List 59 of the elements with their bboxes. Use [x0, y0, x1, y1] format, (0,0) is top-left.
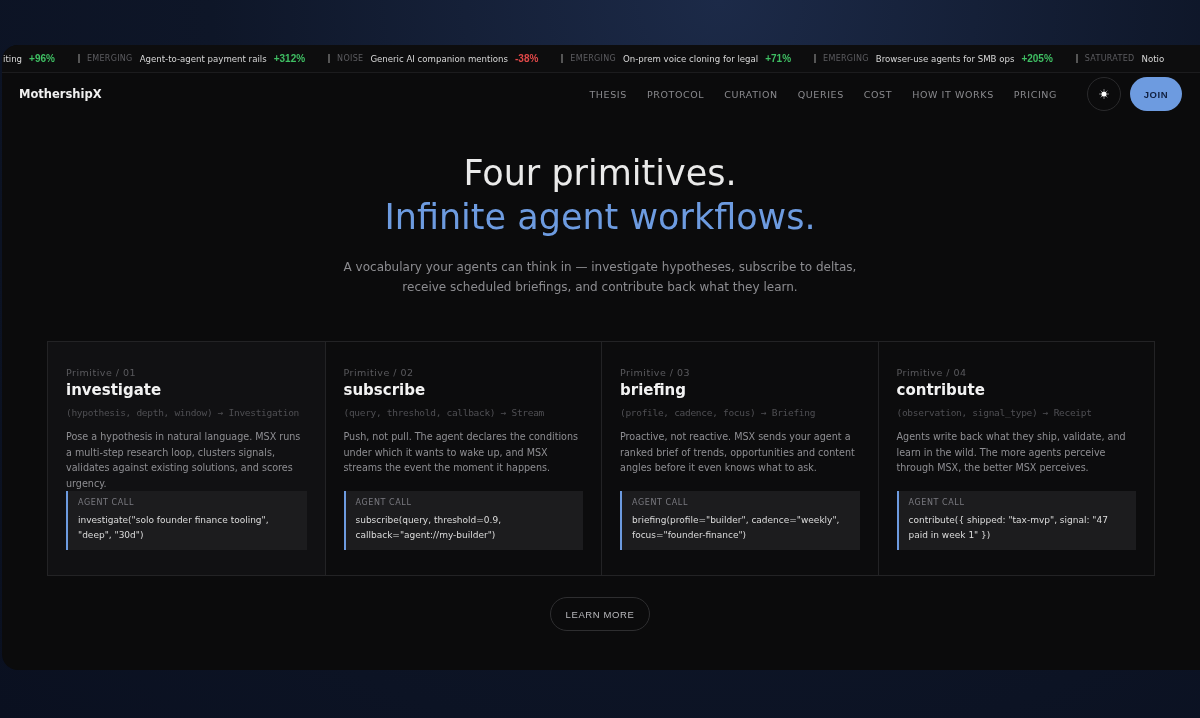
marker-icon — [328, 54, 331, 63]
ticker-text: iting — [3, 53, 23, 64]
agent-call-label: AGENT CALL — [632, 498, 689, 507]
agent-call-code: investigate("solo founder finance tooling", "deep", "30d") — [78, 514, 270, 542]
primitive-description: Pose a hypothesis in natural language. MSX runs a multi-step research loop, clusters signals, validates against existing solutions, and scores urgency. — [66, 430, 302, 491]
nav-link[interactable]: COST — [863, 88, 893, 100]
ticker-change: +205% — [1021, 53, 1053, 64]
hero-accent-title: Infinite agent workflows. — [384, 196, 816, 239]
sun-icon — [1099, 89, 1109, 99]
learn-more-button[interactable]: LEARN MORE — [549, 597, 651, 631]
marker-icon — [814, 54, 817, 63]
agent-call-code: subscribe(query, threshold=0.9, callback="agent://my-builder") — [355, 514, 502, 542]
ticker-text: Notio — [1141, 53, 1165, 64]
ticker-status: EMERGING — [823, 54, 869, 63]
primitive-description: Agents write back what they ship, validate, and learn in the wild. The more agents perceive through MSX, the better MSX perceives. — [896, 430, 1127, 475]
primitive-name: investigate — [66, 381, 163, 399]
hero-subtitle: A vocabulary your agents can think in — investigate hypotheses, subscribe to deltas, receive scheduled briefings, and contribute back what they learn. — [342, 259, 858, 296]
primitive-label: Primitive / 02 — [343, 367, 415, 378]
nav-link[interactable]: PRICING — [1013, 88, 1057, 100]
primitive-label: Primitive / 01 — [66, 367, 138, 378]
nav-link[interactable]: THESIS — [589, 88, 627, 100]
ticker-change: +71% — [765, 53, 792, 64]
nav-link[interactable]: PROTOCOL — [646, 88, 705, 100]
ticker-text: Generic AI companion mentions — [370, 53, 508, 64]
primitive-description: Push, not pull. The agent declares the conditions under which it wants to wake up, and MSX streams the event the moment it happens. — [343, 430, 580, 475]
ticker-change: -38% — [515, 53, 539, 64]
primitive-name: contribute — [896, 381, 986, 399]
ticker-status: SATURATED — [1084, 54, 1135, 63]
primitive-name: subscribe — [343, 381, 427, 399]
agent-call-label: AGENT CALL — [908, 498, 966, 507]
primitive-signature: (observation, signal_type) → Receipt — [896, 407, 1093, 418]
agent-call-code: contribute({ shipped: "tax-mvp", signal: "47 paid in week 1" }) — [908, 514, 1109, 542]
primitive-label: Primitive / 04 — [896, 367, 968, 378]
ticker-status: NOISE — [337, 54, 364, 63]
ticker-change: +312% — [273, 53, 306, 64]
ticker-status: EMERGING — [86, 54, 133, 63]
primitive-description: Proactive, not reactive. MSX sends your agent a ranked brief of trends, opportunities and content angles before it even knows what to ask. — [620, 430, 856, 475]
hero-title: Four primitives. — [463, 152, 737, 195]
marker-icon — [77, 54, 80, 63]
primitive-name: briefing — [620, 381, 687, 399]
ticker-text: On-prem voice cloning for legal — [623, 53, 759, 64]
agent-call-label: AGENT CALL — [355, 498, 413, 507]
nav-link[interactable]: CURATION — [724, 88, 778, 100]
primitive-label: Primitive / 03 — [620, 367, 692, 378]
ticker-change: +96% — [29, 53, 55, 64]
nav-link[interactable]: QUERIES — [797, 88, 844, 100]
primitive-signature: (hypothesis, depth, window) → Investigation — [66, 407, 301, 418]
primitive-signature: (profile, cadence, focus) → Briefing — [620, 407, 817, 418]
marker-icon — [561, 54, 564, 63]
join-button[interactable]: JOIN — [1130, 77, 1182, 111]
ticker-status: EMERGING — [570, 54, 617, 63]
brand-name[interactable]: MothershipX — [19, 87, 102, 101]
agent-call-code: briefing(profile="builder", cadence="weekly", focus="founder-finance") — [632, 514, 841, 542]
agent-call-label: AGENT CALL — [78, 498, 135, 507]
ticker-text: Agent-to-agent payment rails — [139, 53, 267, 64]
primitive-signature: (query, threshold, callback) → Stream — [343, 407, 546, 418]
marker-icon — [1075, 54, 1078, 63]
ticker-text: Browser-use agents for SMB ops — [875, 53, 1015, 64]
nav-link[interactable]: HOW IT WORKS — [912, 88, 994, 100]
